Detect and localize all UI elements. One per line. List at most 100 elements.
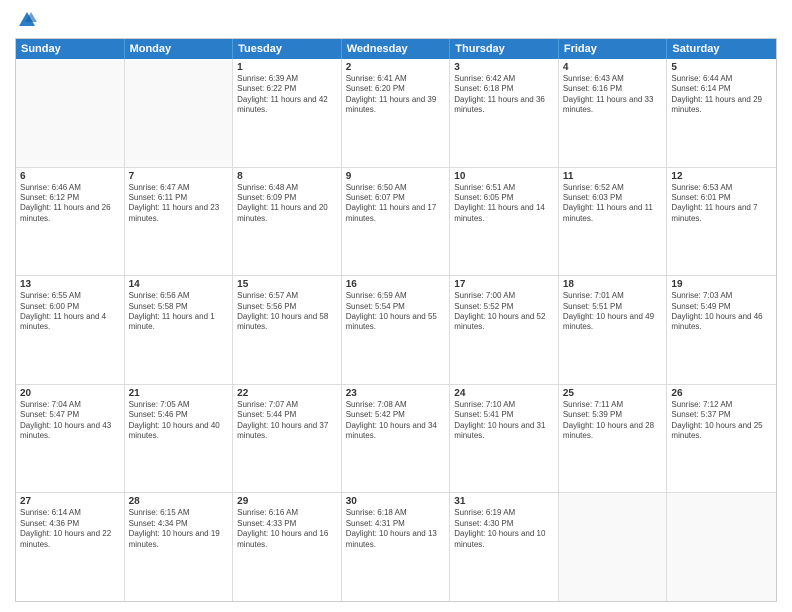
sunset-text: Sunset: 4:36 PM xyxy=(20,519,79,528)
empty-cell-4-6 xyxy=(667,493,776,601)
sunrise-text: Sunrise: 6:59 AM xyxy=(346,291,407,300)
weekday-header-thursday: Thursday xyxy=(450,39,559,59)
daylight-text: Daylight: 10 hours and 40 minutes. xyxy=(129,421,220,440)
day-cell-23: 23Sunrise: 7:08 AMSunset: 5:42 PMDayligh… xyxy=(342,385,451,493)
daylight-text: Daylight: 10 hours and 31 minutes. xyxy=(454,421,545,440)
daylight-text: Daylight: 11 hours and 1 minute. xyxy=(129,312,215,331)
cell-info: Sunrise: 7:08 AMSunset: 5:42 PMDaylight:… xyxy=(346,400,446,442)
day-number: 19 xyxy=(671,279,772,290)
daylight-text: Daylight: 11 hours and 20 minutes. xyxy=(237,203,328,222)
sunrise-text: Sunrise: 6:52 AM xyxy=(563,183,624,192)
sunrise-text: Sunrise: 6:15 AM xyxy=(129,508,190,517)
daylight-text: Daylight: 10 hours and 10 minutes. xyxy=(454,529,545,548)
sunset-text: Sunset: 4:31 PM xyxy=(346,519,405,528)
cell-info: Sunrise: 7:12 AMSunset: 5:37 PM Daylight:… xyxy=(671,400,772,442)
calendar-header: SundayMondayTuesdayWednesdayThursdayFrid… xyxy=(16,39,776,59)
weekday-header-wednesday: Wednesday xyxy=(342,39,451,59)
sunset-text: Sunset: 5:58 PM xyxy=(129,302,188,311)
day-cell-3: 3Sunrise: 6:42 AMSunset: 6:18 PMDaylight… xyxy=(450,59,559,167)
sunrise-text: Sunrise: 6:19 AM xyxy=(454,508,515,517)
day-number: 28 xyxy=(129,496,229,507)
cell-info: Sunrise: 6:53 AMSunset: 6:01 PMDaylight:… xyxy=(671,183,772,225)
cell-info: Sunrise: 6:16 AMSunset: 4:33 PMDaylight:… xyxy=(237,508,337,550)
day-cell-31: 31Sunrise: 6:19 AMSunset: 4:30 PMDayligh… xyxy=(450,493,559,601)
cell-info: Sunrise: 6:44 AMSunset: 6:14 PMDaylight:… xyxy=(671,74,772,116)
cell-info: Sunrise: 6:51 AMSunset: 6:05 PMDaylight:… xyxy=(454,183,554,225)
cell-info: Sunrise: 7:01 AMSunset: 5:51 PMDaylight:… xyxy=(563,291,663,333)
day-number: 12 xyxy=(671,171,772,182)
sunrise-text: Sunrise: 6:48 AM xyxy=(237,183,298,192)
weekday-header-sunday: Sunday xyxy=(16,39,125,59)
sunrise-text: Sunrise: 7:08 AM xyxy=(346,400,407,409)
sunrise-text: Sunrise: 7:12 AM xyxy=(671,400,732,409)
weekday-header-friday: Friday xyxy=(559,39,668,59)
daylight-text: Daylight: 11 hours and 39 minutes. xyxy=(346,95,437,114)
cell-info: Sunrise: 6:15 AM Sunset: 4:34 PMDaylight:… xyxy=(129,508,229,550)
day-number: 22 xyxy=(237,388,337,399)
day-cell-20: 20Sunrise: 7:04 AMSunset: 5:47 PMDayligh… xyxy=(16,385,125,493)
day-number: 6 xyxy=(20,171,120,182)
day-number: 11 xyxy=(563,171,663,182)
sunrise-text: Sunrise: 6:44 AM xyxy=(671,74,732,83)
cell-info: Sunrise: 7:04 AMSunset: 5:47 PMDaylight:… xyxy=(20,400,120,442)
day-number: 17 xyxy=(454,279,554,290)
daylight-text: Daylight: 10 hours and 49 minutes. xyxy=(563,312,654,331)
day-cell-7: 7Sunrise: 6:47 AMSunset: 6:11 PMDaylight… xyxy=(125,168,234,276)
daylight-text: Daylight: 10 hours and 28 minutes. xyxy=(563,421,654,440)
day-number: 27 xyxy=(20,496,120,507)
calendar-body: 1Sunrise: 6:39 AMSunset: 6:22 PM Daylight… xyxy=(16,59,776,601)
sunrise-text: Sunrise: 6:47 AM xyxy=(129,183,190,192)
cell-info: Sunrise: 6:48 AMSunset: 6:09 PMDaylight:… xyxy=(237,183,337,225)
sunset-text: Sunset: 6:22 PM xyxy=(237,84,296,93)
day-cell-16: 16Sunrise: 6:59 AMSunset: 5:54 PMDayligh… xyxy=(342,276,451,384)
daylight-text: Daylight: 10 hours and 37 minutes. xyxy=(237,421,328,440)
day-number: 29 xyxy=(237,496,337,507)
day-number: 2 xyxy=(346,62,446,73)
day-cell-9: 9Sunrise: 6:50 AMSunset: 6:07 PMDaylight… xyxy=(342,168,451,276)
day-number: 26 xyxy=(671,388,772,399)
cell-info: Sunrise: 7:11 AMSunset: 5:39 PMDaylight:… xyxy=(563,400,663,442)
day-cell-29: 29Sunrise: 6:16 AMSunset: 4:33 PMDayligh… xyxy=(233,493,342,601)
weekday-header-saturday: Saturday xyxy=(667,39,776,59)
cell-info: Sunrise: 6:46 AMSunset: 6:12 PMDaylight:… xyxy=(20,183,120,225)
sunset-text: Sunset: 6:09 PM xyxy=(237,193,296,202)
sunrise-text: Sunrise: 6:42 AM xyxy=(454,74,515,83)
day-cell-6: 6Sunrise: 6:46 AMSunset: 6:12 PMDaylight… xyxy=(16,168,125,276)
sunrise-text: Sunrise: 6:43 AM xyxy=(563,74,624,83)
day-number: 25 xyxy=(563,388,663,399)
daylight-text: Daylight: 11 hours and 4 minutes. xyxy=(20,312,106,331)
sunset-text: Sunset: 6:00 PM xyxy=(20,302,79,311)
daylight-text: Daylight: 10 hours and 19 minutes. xyxy=(129,529,220,548)
sunrise-text: Sunrise: 6:39 AM xyxy=(237,74,298,83)
sunrise-text: Sunrise: 6:50 AM xyxy=(346,183,407,192)
sunset-text: Sunset: 5:37 PM xyxy=(671,410,730,419)
daylight-text: Daylight: 11 hours and 7 minutes. xyxy=(671,203,757,222)
sunrise-text: Sunrise: 6:46 AM xyxy=(20,183,81,192)
day-number: 8 xyxy=(237,171,337,182)
daylight-text: Daylight: 10 hours and 25 minutes. xyxy=(671,421,762,440)
sunset-text: Sunset: 5:56 PM xyxy=(237,302,296,311)
sunset-text: Sunset: 6:14 PM xyxy=(671,84,730,93)
day-number: 1 xyxy=(237,62,337,73)
daylight-text: Daylight: 10 hours and 52 minutes. xyxy=(454,312,545,331)
sunrise-text: Sunrise: 6:16 AM xyxy=(237,508,298,517)
day-number: 14 xyxy=(129,279,229,290)
sunset-text: Sunset: 6:05 PM xyxy=(454,193,513,202)
sunset-text: Sunset: 5:44 PM xyxy=(237,410,296,419)
empty-cell-0-1 xyxy=(125,59,234,167)
sunrise-text: Sunrise: 6:56 AM xyxy=(129,291,190,300)
day-number: 30 xyxy=(346,496,446,507)
daylight-text: Daylight: 10 hours and 46 minutes. xyxy=(671,312,762,331)
daylight-text: Daylight: 11 hours and 11 minutes. xyxy=(563,203,653,222)
day-cell-24: 24Sunrise: 7:10 AMSunset: 5:41 PMDayligh… xyxy=(450,385,559,493)
day-cell-2: 2Sunrise: 6:41 AMSunset: 6:20 PMDaylight… xyxy=(342,59,451,167)
daylight-text: Daylight: 11 hours and 42 minutes. xyxy=(237,95,328,114)
calendar-row-4: 27Sunrise: 6:14 AMSunset: 4:36 PMDayligh… xyxy=(16,493,776,601)
cell-info: Sunrise: 6:55 AMSunset: 6:00 PMDaylight:… xyxy=(20,291,120,333)
sunset-text: Sunset: 4:34 PM xyxy=(129,519,188,528)
day-number: 3 xyxy=(454,62,554,73)
sunset-text: Sunset: 5:47 PM xyxy=(20,410,79,419)
day-cell-8: 8Sunrise: 6:48 AMSunset: 6:09 PMDaylight… xyxy=(233,168,342,276)
day-cell-15: 15Sunrise: 6:57 AMSunset: 5:56 PMDayligh… xyxy=(233,276,342,384)
sunset-text: Sunset: 5:41 PM xyxy=(454,410,513,419)
